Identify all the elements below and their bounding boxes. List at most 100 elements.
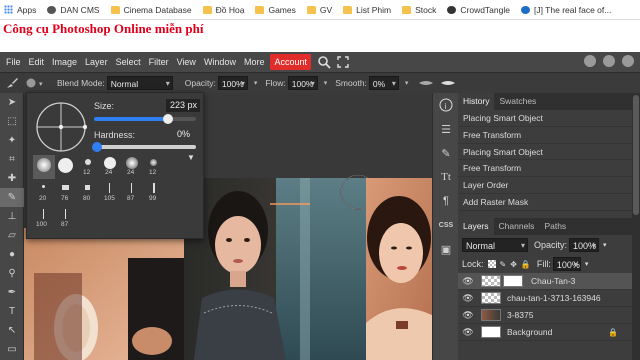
bookmark-item[interactable]: Cinema Database [110,5,192,15]
brush-preset[interactable]: 87 [55,207,77,231]
flow-input[interactable]: 100% [287,76,318,91]
move-tool-icon[interactable]: ➤ [0,93,24,112]
search-icon[interactable] [317,55,331,69]
opacity-dropdown-icon[interactable]: ▾ [254,79,258,87]
fill-dropdown-icon[interactable]: ▾ [585,260,589,268]
pressure-size-icon[interactable] [418,78,434,88]
history-item[interactable]: Placing Smart Object [458,143,632,161]
history-item[interactable]: Free Transform [458,160,632,178]
layer-mask-thumbnail[interactable] [503,275,523,287]
css-icon[interactable]: CSS [433,213,459,237]
bookmark-item[interactable]: CrowdTangle [447,5,510,15]
bookmark-item[interactable]: [J] The real face of... [521,5,611,15]
path-select-tool-icon[interactable]: ↖ [0,321,24,340]
blend-mode-select[interactable]: Normal [106,76,173,91]
tab-layers[interactable]: Layers [458,218,494,235]
menu-select[interactable]: Select [112,54,145,70]
history-item[interactable]: Placing Smart Object [458,110,632,127]
facebook-icon[interactable] [622,55,634,67]
layer-name[interactable]: Background [507,327,552,337]
info-icon[interactable]: i [433,93,459,117]
twitter-icon[interactable] [603,55,615,67]
brush-preset[interactable]: 87 [121,181,143,205]
layer-row[interactable]: 👁 Background 🔒 [458,324,632,341]
brush-preset[interactable] [55,155,77,179]
layer-name[interactable]: Chau-Tan-3 [531,276,575,286]
opacity-input[interactable]: 100% [217,76,248,91]
brush-size-slider[interactable] [94,114,196,124]
brush-preset[interactable]: 12 [77,155,99,179]
brush-preset[interactable]: 20 [33,181,55,205]
brush-preset[interactable]: 105 [99,181,121,205]
visibility-eye-icon[interactable]: 👁 [461,327,475,338]
dodge-tool-icon[interactable]: ⚲ [0,264,24,283]
smooth-dropdown-icon[interactable]: ▾ [405,79,409,87]
brush-preset[interactable]: 80 [77,181,99,205]
bookmark-item[interactable]: Games [255,5,296,15]
brush-size-slider-knob[interactable] [163,114,174,124]
blur-tool-icon[interactable]: ● [0,245,24,264]
menu-file[interactable]: File [2,54,25,70]
brush-preset[interactable]: 24 [99,155,121,179]
menu-edit[interactable]: Edit [25,54,49,70]
brush-preset[interactable]: 76 [55,181,77,205]
brush-tool-icon[interactable]: ✎ [0,188,24,207]
character-icon[interactable]: Tt [433,165,459,189]
menu-filter[interactable]: Filter [145,54,173,70]
image-icon[interactable]: ▣ [433,237,459,261]
menu-window[interactable]: Window [200,54,240,70]
page-scrollbar[interactable] [632,93,640,360]
tab-paths[interactable]: Paths [539,218,571,235]
bookmark-item[interactable]: Apps [4,5,36,15]
brush-preset-picker[interactable]: ▾ [25,77,47,89]
lock-all-icon[interactable]: 🔒 [521,260,531,269]
bookmark-item[interactable]: List Phim [343,5,391,15]
layer-name[interactable]: 3-8375 [507,310,533,320]
magic-wand-tool-icon[interactable]: ✦ [0,131,24,150]
clone-stamp-tool-icon[interactable]: ⊥ [0,207,24,226]
pen-tool-icon[interactable]: ✒ [0,283,24,302]
bookmark-item[interactable]: Đồ Hoạ [202,5,244,15]
layer-blend-select[interactable]: Normal [462,238,528,253]
layer-name[interactable]: chau-tan-1-3713-163946 [507,293,601,303]
menu-layer[interactable]: Layer [81,54,112,70]
history-item[interactable]: Layer Order [458,177,632,194]
brush-settings-icon[interactable]: ✎ [433,141,459,165]
visibility-eye-icon[interactable]: 👁 [461,310,475,321]
paragraph-icon[interactable]: ¶ [433,189,459,213]
reddit-icon[interactable] [584,55,596,67]
lock-position-icon[interactable]: ✥ [510,260,517,269]
eraser-tool-icon[interactable]: ▱ [0,226,24,245]
shape-tool-icon[interactable]: ▭ [0,340,24,359]
brush-preset[interactable]: 99 [143,181,165,205]
healing-tool-icon[interactable]: ✚ [0,169,24,188]
tab-history[interactable]: History [458,93,495,110]
lock-transparency-icon[interactable] [487,260,496,268]
brush-preset[interactable]: 100 [33,207,55,231]
layer-row[interactable]: 👁 3-8375 [458,307,632,324]
pressure-opacity-icon[interactable] [440,78,456,88]
layer-row[interactable]: 👁 chau-tan-1-3713-163946 [458,290,632,307]
properties-icon[interactable]: ☰ [433,117,459,141]
bookmark-item[interactable]: Stock [402,5,436,15]
visibility-eye-icon[interactable]: 👁 [461,276,475,287]
visibility-eye-icon[interactable]: 👁 [461,293,475,304]
crop-tool-icon[interactable]: ⌗ [0,150,24,169]
type-tool-icon[interactable]: T [0,302,24,321]
brush-hardness-slider[interactable] [92,142,196,152]
page-scrollbar-thumb[interactable] [633,95,639,215]
smooth-input[interactable]: 0% [368,76,399,91]
brush-preset[interactable]: 24 [121,155,143,179]
lock-pixels-icon[interactable]: ✎ [500,260,507,269]
history-item[interactable]: Add Raster Mask [458,193,632,211]
tab-channels[interactable]: Channels [494,218,540,235]
menu-image[interactable]: Image [48,54,81,70]
flow-dropdown-icon[interactable]: ▾ [324,79,328,87]
layer-row[interactable]: 👁 Chau-Tan-3 [458,273,632,290]
layer-opacity-input[interactable]: 100% [569,238,600,253]
presets-menu-icon[interactable]: ▼ [187,153,195,162]
tab-swatches[interactable]: Swatches [494,93,541,110]
bookmark-item[interactable]: GV [306,5,332,15]
brush-preset[interactable]: 12 [143,155,165,179]
bookmark-item[interactable]: DAN CMS [47,5,100,15]
